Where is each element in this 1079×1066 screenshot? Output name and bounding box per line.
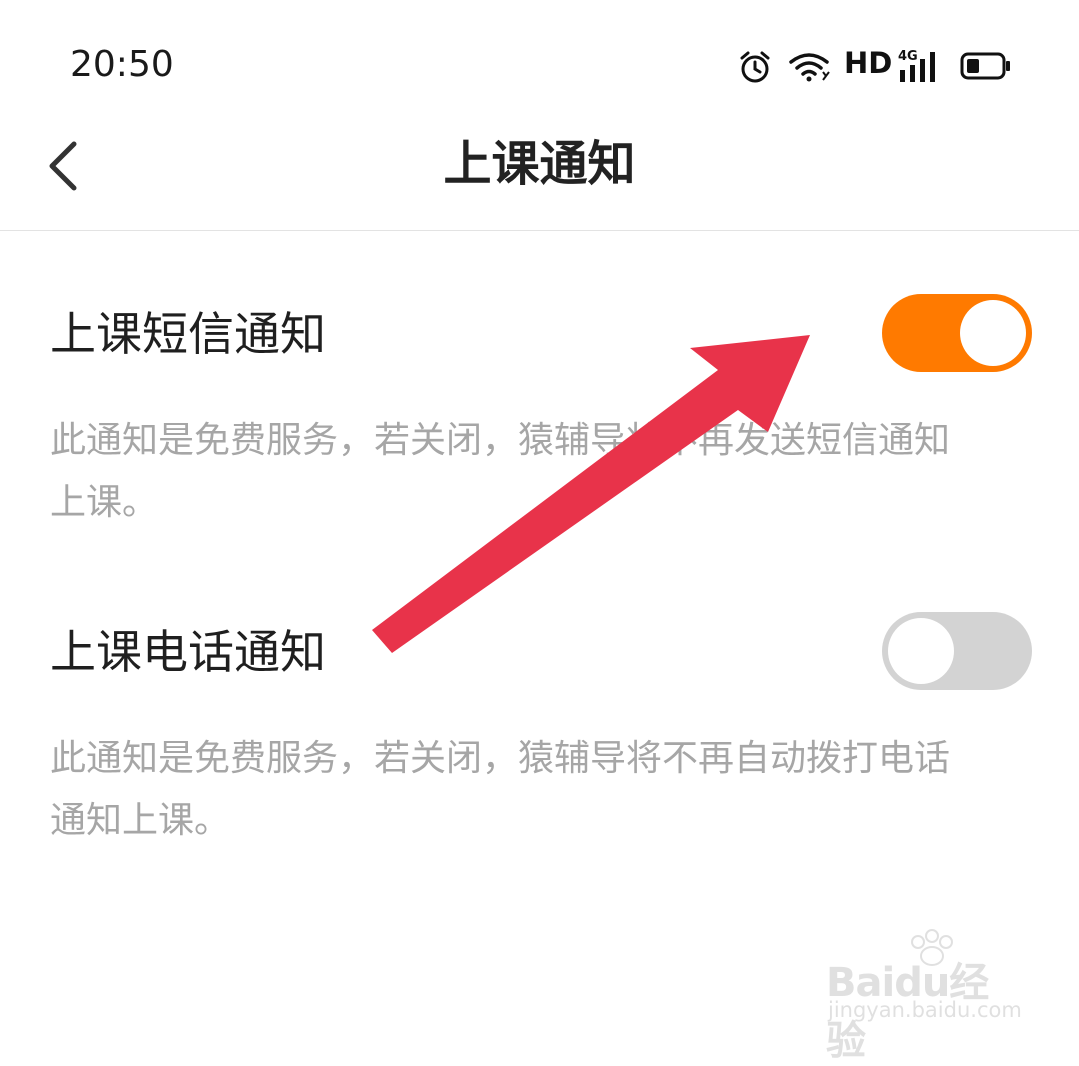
- phone-notification-toggle[interactable]: [882, 612, 1032, 690]
- network-hd-label: HD: [844, 46, 893, 80]
- page-title: 上课通知: [443, 136, 636, 192]
- baidu-watermark: Baidu经验 jingyan.baidu.com: [826, 928, 1026, 1064]
- toggle-knob: [888, 618, 954, 684]
- setting-phone-notification: 上课电话通知 此通知是免费服务，若关闭，猿辅导将不再自动拨打电话 通知上课。: [0, 612, 1079, 862]
- setting-description-line: 上课。: [50, 482, 159, 523]
- setting-description: 此通知是免费服务，若关闭，猿辅导将不再发送短信通知 上课。: [50, 410, 1040, 534]
- signal-icon: 4G: [898, 49, 935, 82]
- setting-description-line: 通知上课。: [50, 800, 231, 841]
- setting-description-line: 此通知是免费服务，若关闭，猿辅导将不再发送短信通知: [50, 420, 951, 461]
- setting-description: 此通知是免费服务，若关闭，猿辅导将不再自动拨打电话 通知上课。: [50, 728, 1040, 852]
- watermark-url: jingyan.baidu.com: [828, 998, 1022, 1022]
- setting-sms-notification: 上课短信通知 此通知是免费服务，若关闭，猿辅导将不再发送短信通知 上课。: [0, 294, 1079, 544]
- status-bar: 20:50 HD 4G: [0, 0, 1079, 120]
- setting-description-line: 此通知是免费服务，若关闭，猿辅导将不再自动拨打电话: [50, 738, 951, 779]
- setting-label: 上课电话通知: [50, 625, 326, 679]
- battery-icon: [960, 52, 1010, 80]
- wifi-icon: [789, 53, 830, 82]
- svg-text:4G: 4G: [898, 49, 918, 64]
- setting-label: 上课短信通知: [50, 307, 326, 361]
- alarm-icon: [740, 51, 770, 83]
- sms-notification-toggle[interactable]: [882, 294, 1032, 372]
- status-time: 20:50: [70, 44, 174, 85]
- toggle-knob: [960, 300, 1026, 366]
- nav-bar: 上课通知: [0, 120, 1079, 231]
